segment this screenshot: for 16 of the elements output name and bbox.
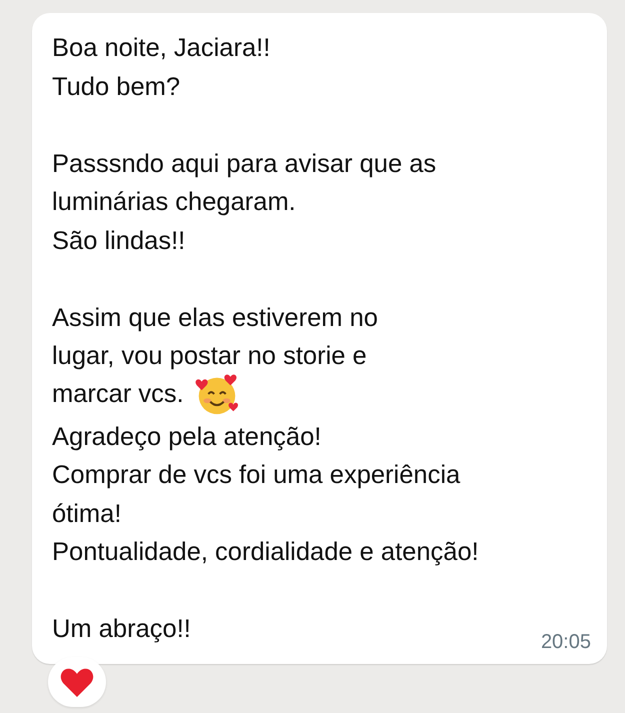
message-text: Passsndo aqui para avisar que as <box>52 148 436 180</box>
message-text: lugar, vou postar no storie e <box>52 341 367 372</box>
message-text: Comprar de vcs foi uma experiência <box>52 460 460 491</box>
message-text: Assim que elas estiverem no <box>52 302 378 334</box>
message-time: 20:05 <box>540 631 591 654</box>
message-text: Tudo bem? <box>52 72 180 102</box>
message-text: Boa noite, Jaciara!! <box>52 33 270 64</box>
heart-icon <box>60 666 94 698</box>
message-text: marcar vcs. <box>52 379 184 410</box>
message-text: luminárias chegaram. <box>52 187 296 218</box>
message-text: Um abraço!! <box>52 614 191 645</box>
reaction-badge[interactable] <box>48 657 106 707</box>
message-text: Pontualidade, cordialidade e atenção! <box>52 537 479 568</box>
message-text: São lindas!! <box>52 226 186 256</box>
message-text: Agradeço pela atenção! <box>52 422 322 452</box>
message-text: ótima! <box>52 498 122 530</box>
